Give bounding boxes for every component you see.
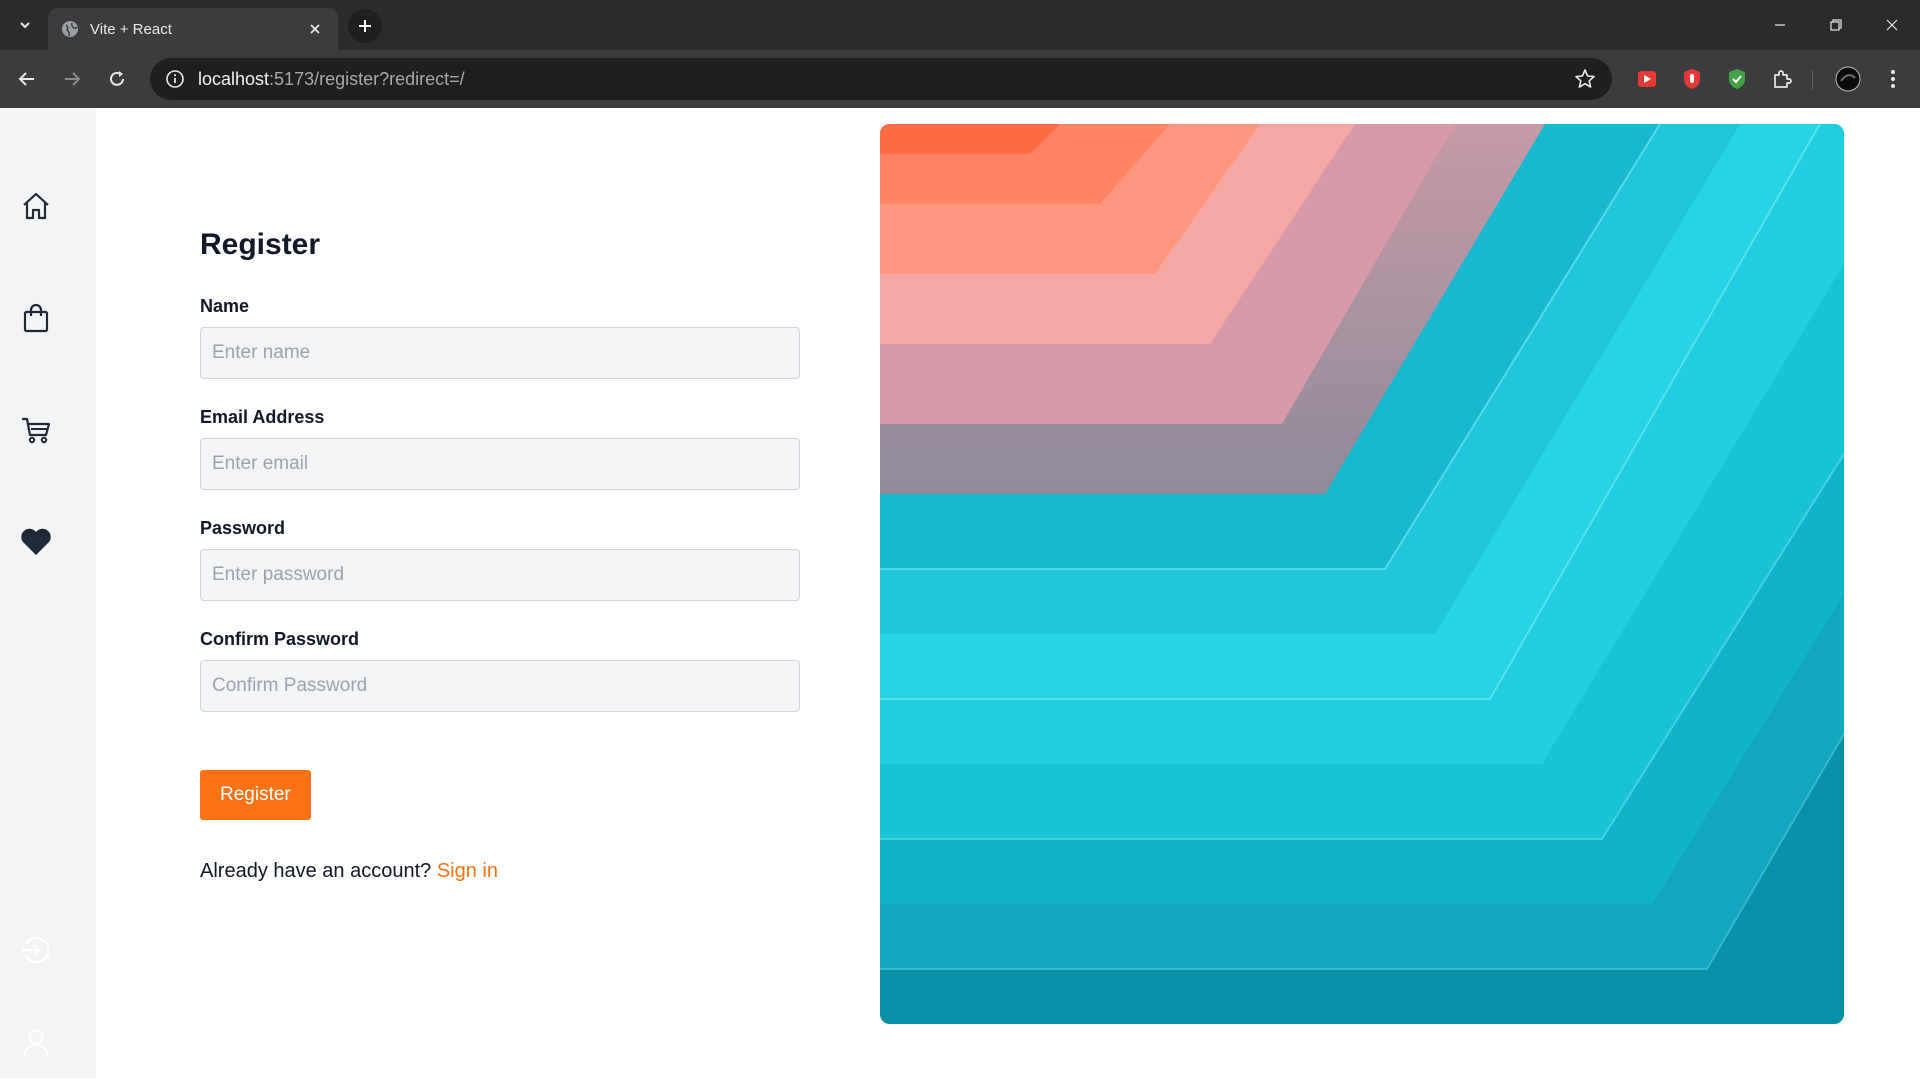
login-icon bbox=[22, 936, 50, 964]
minimize-icon bbox=[1775, 24, 1785, 26]
arrow-left-icon bbox=[18, 72, 34, 86]
sidebar-item-home[interactable] bbox=[18, 188, 54, 224]
red-play-extension-icon[interactable] bbox=[1632, 64, 1662, 94]
reload-button[interactable] bbox=[100, 62, 134, 96]
register-form: Register Name Email Address Password Con… bbox=[200, 228, 800, 883]
name-field-group: Name bbox=[200, 296, 800, 379]
heart-icon bbox=[21, 528, 51, 555]
tab-close-icon[interactable] bbox=[304, 18, 326, 40]
cart-icon bbox=[22, 417, 51, 444]
tab-list-button[interactable] bbox=[12, 12, 38, 38]
signin-prompt-text: Already have an account? bbox=[200, 860, 432, 882]
plus-icon bbox=[359, 20, 371, 32]
green-shield-extension-icon[interactable] bbox=[1722, 64, 1752, 94]
sidebar-item-cart[interactable] bbox=[18, 412, 54, 448]
signin-prompt-line: Already have an account? Sign in bbox=[200, 860, 800, 883]
email-label: Email Address bbox=[200, 407, 325, 427]
url-host: localhost bbox=[198, 68, 270, 89]
password-input[interactable] bbox=[200, 549, 800, 601]
sidebar bbox=[0, 108, 96, 1078]
restore-icon bbox=[1830, 19, 1842, 31]
address-bar[interactable]: localhost:5173/register?redirect=/ bbox=[150, 58, 1612, 100]
profile-avatar[interactable] bbox=[1833, 64, 1863, 94]
puzzle-icon[interactable] bbox=[1767, 64, 1797, 94]
window-controls bbox=[1752, 0, 1920, 50]
star-icon[interactable] bbox=[1574, 68, 1596, 90]
email-field-group: Email Address bbox=[200, 407, 800, 490]
sidebar-item-shop[interactable] bbox=[18, 300, 54, 336]
close-window-button[interactable] bbox=[1864, 0, 1920, 50]
back-button[interactable] bbox=[10, 62, 44, 96]
confirm-password-input[interactable] bbox=[200, 660, 800, 712]
close-icon bbox=[1886, 19, 1898, 31]
browser-tab[interactable]: Vite + React bbox=[48, 8, 338, 50]
minimize-button[interactable] bbox=[1752, 0, 1808, 50]
reload-icon bbox=[110, 71, 124, 86]
restore-button[interactable] bbox=[1808, 0, 1864, 50]
browser-toolbar: localhost:5173/register?redirect=/ bbox=[0, 50, 1920, 108]
red-hand-extension-icon[interactable] bbox=[1677, 64, 1707, 94]
arrow-right-icon bbox=[65, 72, 81, 86]
hero-image bbox=[880, 124, 1844, 1024]
password-label: Password bbox=[200, 518, 286, 538]
shopping-bag-icon bbox=[23, 303, 49, 333]
name-label: Name bbox=[200, 296, 250, 316]
page-title: Register bbox=[200, 228, 321, 261]
user-icon bbox=[22, 1029, 50, 1058]
toolbar-separator bbox=[1812, 70, 1813, 90]
sidebar-item-login[interactable] bbox=[18, 932, 54, 968]
info-icon[interactable] bbox=[164, 68, 186, 90]
sidebar-item-favorites[interactable] bbox=[18, 524, 54, 560]
home-icon bbox=[23, 192, 49, 220]
globe-icon bbox=[60, 19, 80, 39]
register-button[interactable]: Register bbox=[200, 770, 311, 820]
forward-button[interactable] bbox=[55, 62, 89, 96]
sidebar-item-user[interactable] bbox=[18, 1025, 54, 1061]
chevron-down-icon bbox=[20, 22, 30, 29]
confirm-password-label: Confirm Password bbox=[200, 629, 360, 649]
name-input[interactable] bbox=[200, 327, 800, 379]
browser-tab-bar: Vite + React bbox=[0, 0, 1920, 50]
kebab-menu-icon[interactable] bbox=[1878, 64, 1908, 94]
email-input[interactable] bbox=[200, 438, 800, 490]
signin-link[interactable]: Sign in bbox=[437, 860, 498, 882]
url-path: :5173/register?redirect=/ bbox=[269, 68, 465, 89]
password-field-group: Password bbox=[200, 518, 800, 601]
page-content: Register Name Email Address Password Con… bbox=[0, 108, 1920, 1078]
new-tab-button[interactable] bbox=[348, 9, 382, 43]
tab-title: Vite + React bbox=[90, 20, 172, 38]
confirm-password-field-group: Confirm Password bbox=[200, 629, 800, 712]
